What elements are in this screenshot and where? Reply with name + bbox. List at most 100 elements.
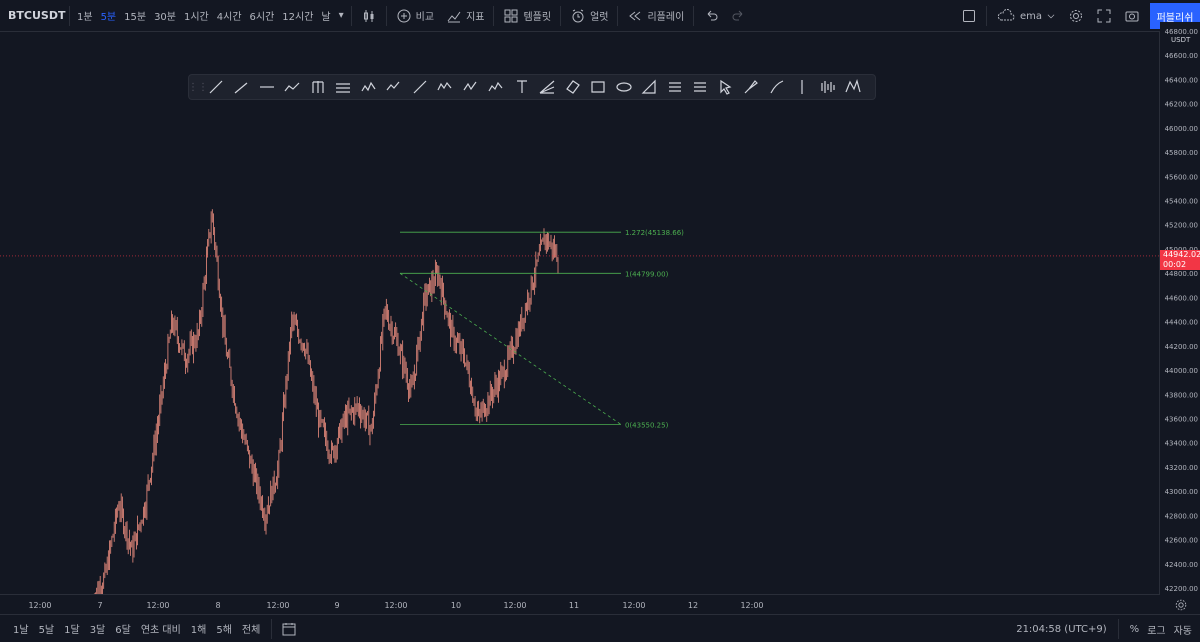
drawing-tool-20[interactable] [713, 75, 739, 99]
interval-7[interactable]: 12시간 [278, 8, 317, 23]
drawing-tool-6[interactable] [356, 75, 382, 99]
bottom-right-controls: 21:04:58 (UTC+9) % 로그 자동 [1016, 615, 1192, 642]
interval-2[interactable]: 15분 [120, 8, 150, 23]
chevron-down-icon [1047, 14, 1055, 19]
price-tick: 46800.00 [1165, 28, 1198, 36]
price-tick: 44200.00 [1165, 343, 1198, 351]
alert-button[interactable]: 얼럿 [564, 0, 614, 32]
calendar-icon [282, 622, 296, 635]
interval-dropdown-icon[interactable]: ▾ [335, 10, 348, 21]
indicators-button[interactable]: 지표 [440, 0, 490, 32]
compare-button[interactable]: 비교 [390, 0, 440, 32]
range-button-3[interactable]: 3달 [85, 621, 111, 636]
drawing-tool-1[interactable] [229, 75, 255, 99]
drawing-tool-18[interactable] [662, 75, 688, 99]
divider [617, 5, 619, 26]
drawing-tool-21[interactable] [739, 75, 765, 99]
drag-handle-icon[interactable]: ⋮⋮ [188, 79, 208, 95]
range-button-6[interactable]: 1해 [186, 621, 212, 636]
drawing-tool-10[interactable] [458, 75, 484, 99]
range-button-2[interactable]: 1달 [59, 621, 85, 636]
interval-8[interactable]: 날 [317, 8, 334, 23]
drawing-tool-23[interactable] [790, 75, 816, 99]
chart-type-button[interactable] [355, 0, 383, 32]
drawing-tool-3[interactable] [280, 75, 306, 99]
time-tick: 9 [334, 601, 339, 610]
range-button-8[interactable]: 전체 [237, 621, 265, 636]
price-tick: 45200.00 [1165, 222, 1198, 230]
drawing-tool-12[interactable] [509, 75, 535, 99]
range-button-1[interactable]: 5날 [34, 621, 60, 636]
fib-trend-line[interactable] [399, 272, 622, 425]
drawing-tool-15[interactable] [586, 75, 612, 99]
fullscreen-button[interactable] [1090, 0, 1118, 32]
time-axis[interactable]: 12:00 7 12:00 8 12:00 9 12:00 10 12:00 11 12:00 12 1… [0, 594, 1160, 614]
interval-5[interactable]: 4시간 [213, 8, 246, 23]
divider [693, 5, 695, 26]
date-range-list: 1날 5날 1달 3달 6달 연초 대비 1해 5해 전체 [0, 621, 265, 636]
symbol-search[interactable]: BTCUSDT [0, 9, 66, 22]
price-chart[interactable]: 1.272(45138.66) 1(44799.00) 0(43550.25) [0, 32, 1160, 594]
drawing-tool-8[interactable] [407, 75, 433, 99]
drawing-tool-11[interactable] [484, 75, 510, 99]
time-tick: 12:00 [622, 601, 645, 610]
auto-toggle[interactable]: 자동 [1174, 622, 1192, 637]
settings-button[interactable] [1062, 0, 1090, 32]
price-axis[interactable]: 46800.00 46600.00 46400.00 46200.00 46000.00… [1160, 22, 1200, 594]
drawing-tool-0[interactable] [203, 75, 229, 99]
last-price-label: 44942.02 00:02 [1160, 250, 1200, 270]
rectangle-icon [591, 81, 605, 93]
interval-1[interactable]: 5분 [97, 8, 121, 23]
drawing-tool-4[interactable] [305, 75, 331, 99]
percent-toggle[interactable]: % [1130, 624, 1140, 635]
chart-pane[interactable]: 1.272(45138.66) 1(44799.00) 0(43550.25) [0, 32, 1160, 594]
redo-button[interactable] [725, 0, 753, 32]
price-tick: 42800.00 [1165, 512, 1198, 520]
drawing-tool-9[interactable] [433, 75, 459, 99]
interval-0[interactable]: 1분 [73, 8, 97, 23]
wave-wz-icon [361, 81, 376, 92]
layout-button[interactable] [955, 0, 983, 32]
interval-3[interactable]: 30분 [150, 8, 180, 23]
triangle-icon [641, 79, 656, 94]
time-tick: 12:00 [146, 601, 169, 610]
replay-button[interactable]: 리플레이 [621, 0, 690, 32]
candles-icon [363, 9, 374, 22]
drawing-tool-7[interactable] [382, 75, 408, 99]
clock[interactable]: 21:04:58 (UTC+9) [1016, 624, 1106, 635]
save-layout-button[interactable]: ema [990, 0, 1062, 32]
drawing-tool-24[interactable] [815, 75, 841, 99]
drawing-tool-2[interactable] [254, 75, 280, 99]
interval-4[interactable]: 1시간 [180, 8, 213, 23]
price-tick: 46400.00 [1165, 76, 1198, 84]
range-button-0[interactable]: 1날 [8, 621, 34, 636]
price-axis-scale: 46800.00 46600.00 46400.00 46200.00 46000.00… [1165, 28, 1198, 593]
drawing-tool-22[interactable] [764, 75, 790, 99]
price-tick: 43000.00 [1165, 488, 1198, 496]
axis-settings-button[interactable] [1174, 598, 1188, 612]
time-tick: 11 [569, 601, 579, 610]
time-axis-scale: 12:00 7 12:00 8 12:00 9 12:00 10 12:00 11 12:00 12 1… [28, 601, 763, 610]
undo-button[interactable] [697, 0, 725, 32]
fib-level-label: 1.272(45138.66) [625, 229, 684, 237]
drawing-tool-5[interactable] [331, 75, 357, 99]
snapshot-button[interactable] [1118, 0, 1146, 32]
drawing-tool-16[interactable] [611, 75, 637, 99]
divider [985, 6, 987, 26]
interval-6[interactable]: 6시간 [246, 8, 279, 23]
range-button-5[interactable]: 연초 대비 [136, 621, 186, 636]
drawing-tool-25[interactable] [841, 75, 867, 99]
log-toggle[interactable]: 로그 [1147, 622, 1165, 637]
drawing-tool-14[interactable] [560, 75, 586, 99]
range-button-7[interactable]: 5해 [211, 621, 237, 636]
goto-date-button[interactable] [275, 615, 303, 642]
price-tick: 44000.00 [1165, 367, 1198, 375]
drawing-tool-17[interactable] [637, 75, 663, 99]
drawing-tool-19[interactable] [688, 75, 714, 99]
templates-button[interactable]: 템플릿 [497, 0, 557, 32]
divider [69, 5, 70, 26]
xabcd-pattern-icon [845, 79, 861, 93]
drawing-tool-13[interactable] [535, 75, 561, 99]
vertical-line-icon [801, 80, 803, 94]
range-button-4[interactable]: 6달 [110, 621, 136, 636]
